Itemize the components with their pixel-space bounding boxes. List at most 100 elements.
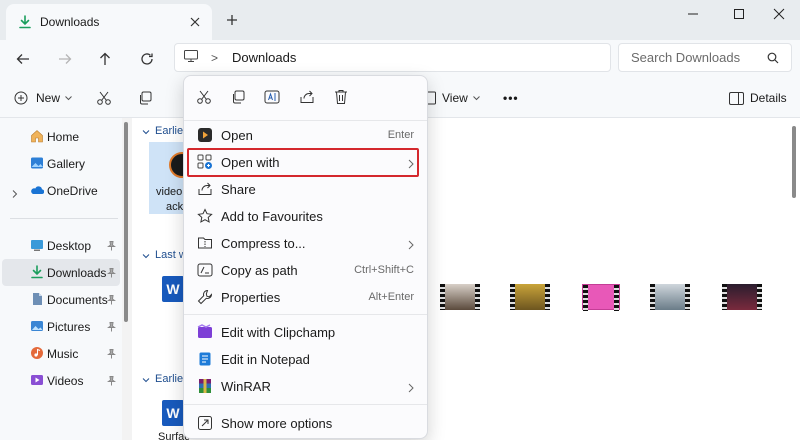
menu-item-share[interactable]: Share: [188, 176, 424, 202]
sidebar-item-home[interactable]: Home: [2, 123, 120, 150]
sidebar-item-downloads[interactable]: Downloads: [2, 259, 120, 286]
file-name-line-1: video: [156, 186, 183, 198]
new-tab-icon[interactable]: [224, 12, 240, 28]
menu-item-label: Add to Favourites: [221, 209, 323, 224]
menu-item-edit-in-notepad[interactable]: Edit in Notepad: [188, 346, 424, 372]
sidebar-item-documents[interactable]: Documents: [2, 286, 120, 313]
title-bar: Downloads: [0, 0, 800, 40]
video-thumbnail[interactable]: [722, 284, 762, 310]
new-label: New: [36, 91, 61, 105]
wrench-icon: [197, 289, 213, 305]
file-name-line-2: ack: [166, 201, 184, 213]
tab-downloads[interactable]: Downloads: [6, 4, 212, 40]
chevron-down-icon: [142, 251, 150, 259]
videos-icon: [30, 373, 44, 387]
up-arrow-icon[interactable]: [94, 48, 116, 70]
word-document-icon[interactable]: W: [162, 400, 184, 426]
content-scrollbar[interactable]: [792, 126, 796, 198]
menu-item-show-more-options[interactable]: Show more options: [188, 410, 424, 436]
chevron-right-icon: [408, 381, 414, 393]
group-label: Earlie: [155, 373, 184, 385]
view-button[interactable]: View: [426, 88, 480, 108]
group-header-earlier[interactable]: Earlie: [142, 125, 183, 137]
pin-icon[interactable]: [107, 294, 116, 305]
sidebar-item-music[interactable]: Music: [2, 340, 120, 367]
menu-separator: [184, 404, 427, 405]
context-quick-actions: [184, 76, 427, 120]
chevron-right-icon[interactable]: [12, 187, 18, 198]
more-options-button[interactable]: •••: [503, 88, 519, 108]
video-thumbnail[interactable]: [650, 284, 690, 310]
pin-icon[interactable]: [107, 375, 116, 386]
breadcrumb-separator[interactable]: >: [211, 51, 218, 65]
details-label: Details: [750, 91, 787, 105]
menu-item-properties[interactable]: Properties Alt+Enter: [188, 284, 424, 310]
address-bar[interactable]: > Downloads: [174, 43, 611, 72]
cut-icon[interactable]: [195, 88, 213, 106]
cut-button[interactable]: [96, 88, 112, 108]
copy-path-icon: [197, 262, 213, 278]
search-icon[interactable]: [767, 52, 779, 64]
star-icon: [197, 208, 213, 224]
breadcrumb-downloads[interactable]: Downloads: [232, 50, 296, 65]
details-pane-icon: [729, 91, 744, 105]
cut-icon: [96, 90, 112, 106]
sidebar-item-pictures[interactable]: Pictures: [2, 313, 120, 340]
gallery-icon: [30, 156, 44, 170]
desktop-icon: [30, 238, 44, 252]
refresh-icon[interactable]: [136, 48, 158, 70]
sidebar-scrollbar[interactable]: [124, 122, 128, 322]
copy-button[interactable]: [138, 88, 152, 108]
documents-icon: [30, 292, 44, 306]
chevron-down-icon: [142, 375, 150, 383]
compress-icon: [197, 235, 213, 251]
forward-arrow-icon[interactable]: [54, 48, 76, 70]
image-thumbnail[interactable]: [582, 284, 620, 311]
share-icon[interactable]: [298, 88, 316, 106]
menu-item-open[interactable]: Open Enter: [188, 122, 424, 148]
pin-icon[interactable]: [107, 348, 116, 359]
minimize-icon[interactable]: [678, 6, 708, 22]
rename-icon[interactable]: [263, 88, 281, 106]
search-input[interactable]: [631, 50, 766, 65]
copy-icon[interactable]: [229, 88, 247, 106]
delete-icon[interactable]: [332, 88, 350, 106]
menu-item-label: Edit with Clipchamp: [221, 325, 336, 340]
new-button[interactable]: New: [14, 88, 72, 108]
close-window-icon[interactable]: [764, 6, 794, 22]
close-tab-icon[interactable]: [188, 15, 202, 29]
menu-item-label: Open: [221, 128, 253, 143]
group-label: Earlie: [155, 125, 184, 137]
word-document-icon[interactable]: W: [162, 276, 184, 302]
maximize-icon[interactable]: [724, 6, 754, 22]
copy-icon: [138, 91, 152, 105]
sidebar-item-desktop[interactable]: Desktop: [2, 232, 120, 259]
tab-title: Downloads: [40, 15, 100, 29]
menu-item-shortcut: Ctrl+Shift+C: [354, 264, 414, 276]
menu-item-compress-to[interactable]: Compress to...: [188, 230, 424, 256]
pin-icon[interactable]: [107, 321, 116, 332]
menu-item-label: Compress to...: [221, 236, 306, 251]
sidebar-item-gallery[interactable]: Gallery: [2, 150, 120, 177]
pin-icon[interactable]: [107, 267, 116, 278]
sidebar-item-onedrive[interactable]: OneDrive: [2, 177, 120, 204]
sidebar-item-videos[interactable]: Videos: [2, 367, 120, 394]
menu-item-add-to-favourites[interactable]: Add to Favourites: [188, 203, 424, 229]
menu-item-edit-with-clipchamp[interactable]: Edit with Clipchamp: [188, 319, 424, 345]
sidebar-item-label: Pictures: [47, 319, 91, 334]
pin-icon[interactable]: [107, 240, 116, 251]
menu-item-copy-as-path[interactable]: Copy as path Ctrl+Shift+C: [188, 257, 424, 283]
group-header-last-week[interactable]: Last w: [142, 249, 187, 261]
video-thumbnail[interactable]: [440, 284, 480, 310]
context-menu: Open Enter Open with Share Add to Favour…: [183, 75, 428, 439]
chevron-down-icon: [472, 95, 480, 101]
sidebar-item-label: Downloads: [47, 265, 107, 280]
sidebar-item-label: Desktop: [47, 238, 92, 253]
back-arrow-icon[interactable]: [12, 48, 34, 70]
menu-item-label: Share: [221, 182, 256, 197]
search-box[interactable]: [618, 43, 792, 72]
group-header-earlier-2[interactable]: Earlie: [142, 373, 183, 385]
video-thumbnail[interactable]: [510, 284, 550, 310]
menu-item-winrar[interactable]: WinRAR: [188, 373, 424, 399]
details-button[interactable]: Details: [729, 88, 787, 108]
